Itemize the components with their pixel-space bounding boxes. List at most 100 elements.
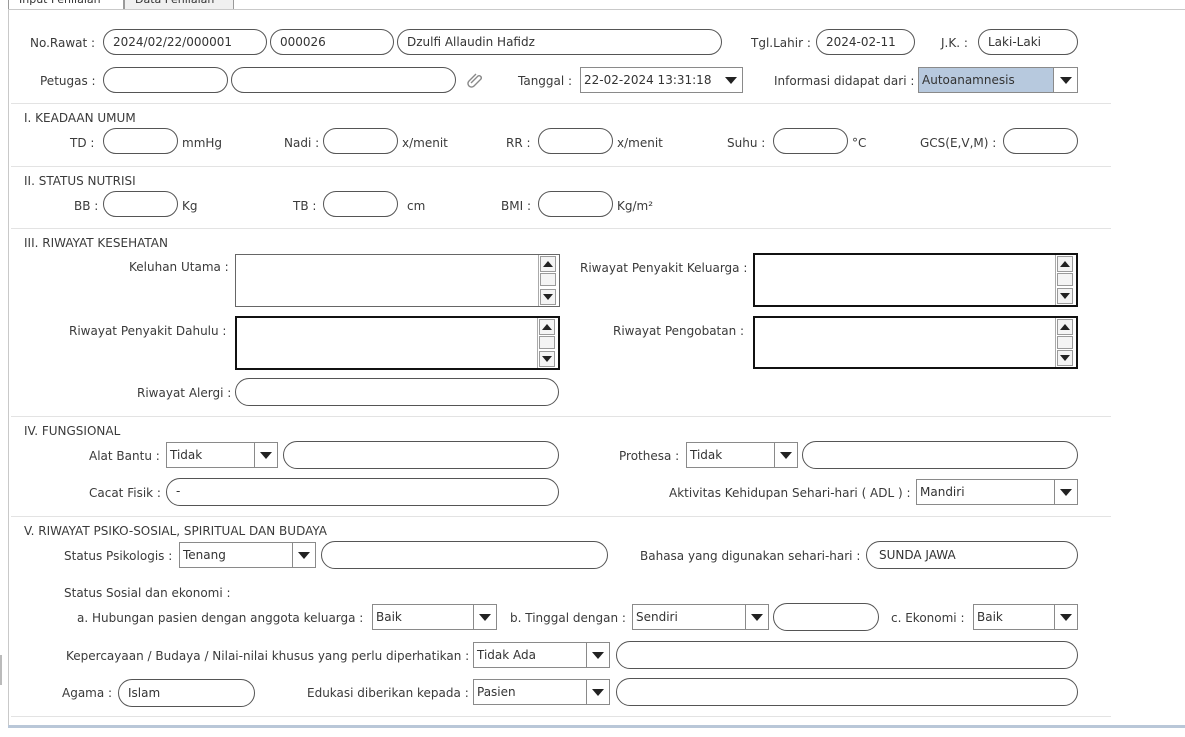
tab-input-penilaian[interactable]: Input Penilaian [8, 0, 124, 9]
cacat-fisik-input[interactable]: - [166, 478, 559, 506]
scroll-thumb[interactable] [1057, 336, 1073, 349]
td-input[interactable] [103, 128, 178, 154]
chevron-down-icon[interactable] [255, 443, 277, 467]
separator [11, 416, 1111, 417]
scroll-thumb[interactable] [1057, 273, 1073, 286]
keluhan-utama-label: Keluhan Utama : [129, 260, 229, 274]
chevron-down-icon[interactable] [1055, 480, 1077, 504]
kd-petugas-field[interactable] [103, 67, 228, 93]
scroll-up-icon[interactable] [1057, 319, 1073, 335]
kepercayaan-keterangan[interactable] [616, 641, 1078, 669]
rr-input[interactable] [538, 128, 613, 154]
scroll-up-icon[interactable] [540, 256, 556, 272]
tb-label: TB : [293, 199, 317, 213]
no-rawat-label: No.Rawat : [30, 36, 96, 50]
paperclip-icon[interactable] [466, 70, 486, 90]
scroll-down-icon[interactable] [540, 289, 556, 305]
chevron-down-icon[interactable] [1055, 68, 1077, 92]
tab-data-penilaian[interactable]: Data Penilaian [124, 0, 234, 9]
alat-bantu-keterangan[interactable] [283, 441, 559, 469]
gcs-input[interactable] [1003, 128, 1078, 154]
separator [11, 516, 1111, 517]
panel-bottom-border [8, 725, 1185, 728]
agama-input[interactable]: Islam [118, 679, 255, 707]
section-riwayat-kesehatan-title: III. RIWAYAT KESEHATAN [24, 236, 168, 250]
informasi-select[interactable]: Autoanamnesis [918, 67, 1078, 93]
status-psikologis-keterangan[interactable] [321, 541, 608, 569]
scroll-thumb[interactable] [539, 336, 555, 349]
scroll-down-icon[interactable] [1057, 350, 1073, 366]
scroll-down-icon[interactable] [539, 351, 555, 367]
edukasi-select[interactable]: Pasien [473, 679, 610, 705]
tinggal-select[interactable]: Sendiri [632, 604, 769, 630]
nadi-input[interactable] [323, 128, 398, 154]
status-psikologis-select[interactable]: Tenang [179, 542, 316, 568]
nm-petugas-field[interactable] [231, 67, 456, 93]
adl-value: Mandiri [917, 480, 1055, 504]
suhu-label: Suhu : [727, 136, 766, 150]
separator [11, 103, 1111, 104]
alat-bantu-select[interactable]: Tidak [166, 442, 278, 468]
chevron-down-icon[interactable] [746, 605, 768, 629]
kepercayaan-select[interactable]: Tidak Ada [473, 642, 610, 668]
adl-select[interactable]: Mandiri [916, 479, 1078, 505]
chevron-down-icon[interactable] [587, 643, 609, 667]
ekonomi-select[interactable]: Baik [973, 604, 1078, 630]
tgl-lahir-label: Tgl.Lahir : [751, 36, 811, 50]
prothesa-keterangan[interactable] [802, 441, 1078, 469]
prothesa-value: Tidak [687, 443, 775, 467]
tanggal-picker[interactable]: 22-02-2024 13:31:18 [580, 67, 743, 93]
alat-bantu-value: Tidak [167, 443, 255, 467]
alergi-label: Riwayat Alergi : [137, 386, 232, 400]
chevron-down-icon[interactable] [720, 68, 742, 92]
hubungan-select[interactable]: Baik [372, 604, 497, 630]
scroll-up-icon[interactable] [539, 319, 555, 335]
chevron-down-icon[interactable] [587, 680, 609, 704]
ekonomi-label: c. Ekonomi : [891, 611, 965, 625]
scrollbar[interactable] [1055, 255, 1076, 305]
bmi-input[interactable] [538, 191, 613, 217]
tgl-lahir-field[interactable]: 2024-02-11 [816, 29, 915, 55]
suhu-input[interactable] [773, 128, 848, 154]
informasi-label: Informasi didapat dari : [774, 74, 915, 88]
kepercayaan-label: Kepercayaan / Budaya / Nilai-nilai khusu… [66, 649, 470, 663]
hubungan-value: Baik [373, 605, 474, 629]
rpk-label: Riwayat Penyakit Keluarga : [580, 261, 748, 275]
nadi-unit: x/menit [402, 136, 448, 150]
no-rm-field[interactable]: 000026 [270, 29, 394, 55]
chevron-down-icon[interactable] [474, 605, 496, 629]
prothesa-select[interactable]: Tidak [686, 442, 798, 468]
scrollbar[interactable] [1055, 318, 1076, 367]
scroll-thumb[interactable] [540, 273, 556, 286]
alergi-input[interactable] [235, 378, 559, 406]
bahasa-input[interactable]: SUNDA JAWA [866, 541, 1078, 569]
hubungan-label: a. Hubungan pasien dengan anggota keluar… [77, 611, 364, 625]
tb-input[interactable] [323, 191, 398, 217]
scrollbar[interactable] [538, 255, 559, 306]
td-unit: mmHg [182, 136, 223, 150]
keluhan-utama-textarea[interactable] [235, 254, 560, 307]
rpo-textarea[interactable] [753, 316, 1078, 369]
suhu-unit: °C [852, 136, 867, 150]
bb-input[interactable] [103, 191, 178, 217]
jk-label: J.K. : [941, 36, 968, 50]
scroll-down-icon[interactable] [1057, 288, 1073, 304]
scroll-up-icon[interactable] [1057, 256, 1073, 272]
rpd-textarea[interactable] [235, 316, 560, 370]
chevron-down-icon[interactable] [293, 543, 315, 567]
tanggal-value: 22-02-2024 13:31:18 [581, 68, 722, 92]
jk-field[interactable]: Laki-Laki [978, 29, 1078, 55]
chevron-down-icon[interactable] [775, 443, 797, 467]
no-rawat-field[interactable]: 2024/02/22/000001 [103, 29, 267, 55]
edukasi-keterangan[interactable] [616, 678, 1078, 706]
nama-pasien-field[interactable]: Dzulfi Allaudin Hafidz [397, 29, 722, 55]
bb-label: BB : [74, 199, 99, 213]
separator [11, 716, 1111, 717]
chevron-down-icon[interactable] [1055, 605, 1077, 629]
petugas-label: Petugas : [40, 74, 96, 88]
rpk-textarea[interactable] [753, 253, 1078, 307]
tinggal-keterangan[interactable] [773, 603, 879, 631]
rpo-label: Riwayat Pengobatan : [613, 324, 745, 338]
status-psikologis-value: Tenang [180, 543, 293, 567]
scrollbar[interactable] [537, 318, 558, 368]
